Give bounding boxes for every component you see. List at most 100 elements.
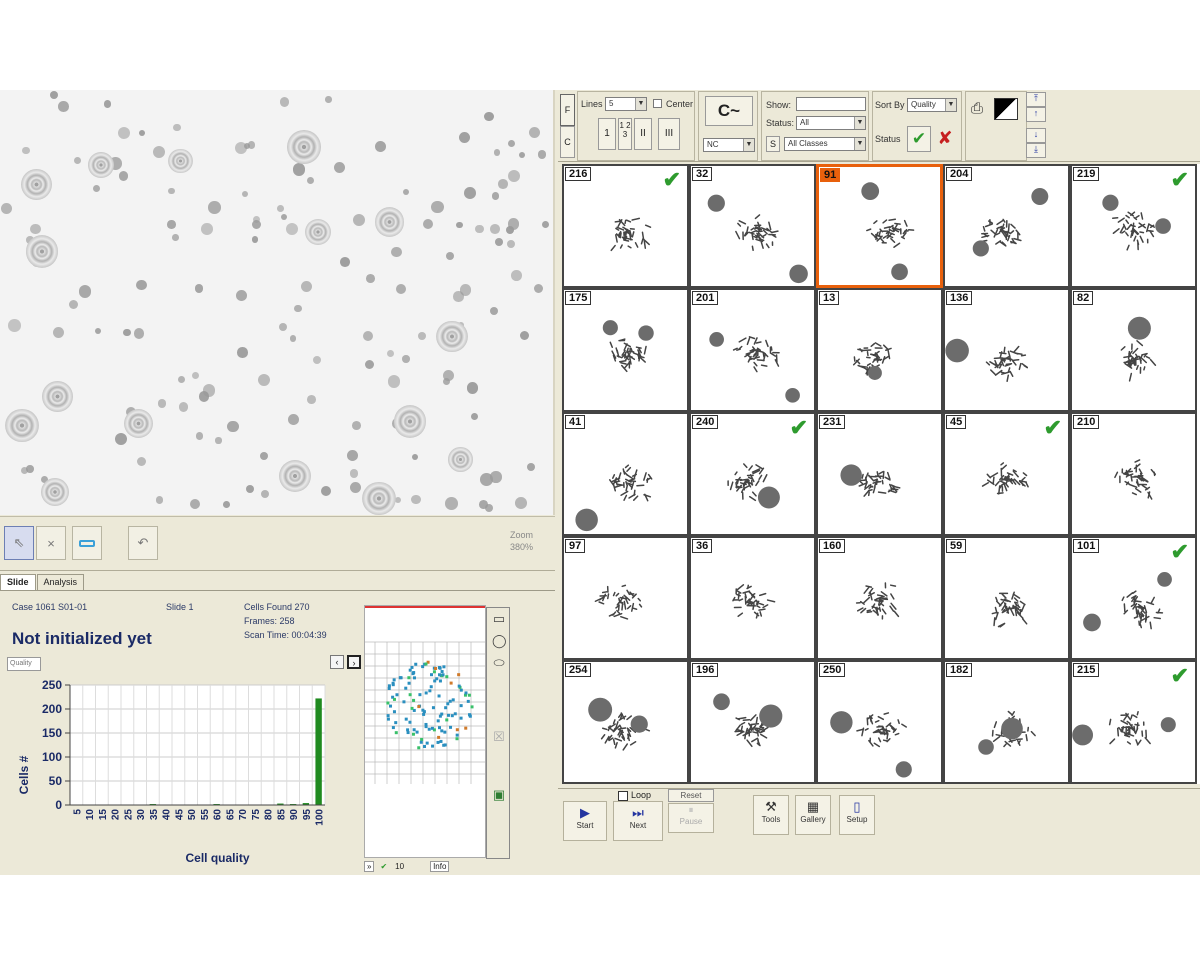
setup-button[interactable]: ▯ Setup xyxy=(839,795,875,835)
show-field[interactable] xyxy=(796,97,866,111)
scan-status-text: Not initialized yet xyxy=(12,629,152,648)
approved-check-icon: ✔ xyxy=(662,167,681,192)
contrast-icon[interactable] xyxy=(994,98,1018,120)
gallery-tile[interactable]: 82 xyxy=(1070,288,1197,412)
print-icon[interactable]: ⎙ xyxy=(971,100,983,117)
gallery-tile[interactable]: 136 xyxy=(943,288,1070,412)
chromosome xyxy=(614,737,623,742)
s-button[interactable]: S xyxy=(766,136,780,152)
gallery-tile[interactable]: 59 xyxy=(943,536,1070,660)
cell-marker xyxy=(449,681,453,685)
gallery-tile[interactable]: 97 xyxy=(562,536,689,660)
c-toggle-button[interactable]: C xyxy=(560,126,575,158)
scroll-bottom-button[interactable]: ⤓ xyxy=(1026,143,1046,158)
quality-select[interactable]: Quality xyxy=(7,657,41,671)
gallery-tile[interactable]: 13 xyxy=(816,288,943,412)
grid-123-button[interactable]: 1 2 3 xyxy=(618,118,632,150)
delete-tool-button[interactable]: × xyxy=(36,526,66,560)
reset-button[interactable]: Reset xyxy=(668,789,714,802)
map-image-icon[interactable]: ▣ xyxy=(492,788,506,802)
pause-button[interactable]: ⏸ Pause xyxy=(668,803,714,833)
cell-nucleus xyxy=(279,97,290,107)
gallery-tile[interactable]: 231 xyxy=(816,412,943,536)
gallery-tile[interactable]: 45 ✔ xyxy=(943,412,1070,536)
scroll-up-button[interactable]: ↑ xyxy=(1026,107,1046,122)
interphase-nucleus xyxy=(1157,572,1172,587)
refresh-button[interactable]: C~ xyxy=(705,96,753,126)
chromosome xyxy=(638,603,643,608)
gallery-tile[interactable]: 201 xyxy=(689,288,816,412)
class-select[interactable]: NC ▼ xyxy=(703,138,755,152)
freehand-region-icon[interactable]: ⬭ xyxy=(492,656,506,670)
tab-analysis[interactable]: Analysis xyxy=(36,574,85,590)
gallery-tile[interactable]: 91 xyxy=(816,164,943,288)
gallery-tile[interactable]: 250 xyxy=(816,660,943,784)
gallery-tile[interactable]: 41 xyxy=(562,412,689,536)
gallery-tile[interactable]: 216 ✔ xyxy=(562,164,689,288)
gallery-tile[interactable]: 36 xyxy=(689,536,816,660)
gallery-tile[interactable]: 219 ✔ xyxy=(1070,164,1197,288)
slide-label: Slide xyxy=(166,602,187,612)
interphase-nucleus xyxy=(1031,187,1049,205)
cell-marker xyxy=(459,688,463,692)
cell-marker xyxy=(418,693,422,697)
gallery-tile[interactable]: 196 xyxy=(689,660,816,784)
slide-overview-map[interactable] xyxy=(364,605,486,858)
scroll-down-button[interactable]: ↓ xyxy=(1026,128,1046,143)
tools-button[interactable]: ⚒ Tools xyxy=(753,795,789,835)
classes-select[interactable]: All Classes ▼ xyxy=(784,137,866,151)
loop-checkbox[interactable] xyxy=(618,791,628,801)
gallery-button[interactable]: ▦ Gallery xyxy=(795,795,831,835)
map-prev-button[interactable]: ‹ xyxy=(330,655,344,669)
accept-button[interactable]: ✔ xyxy=(907,126,931,152)
cell-nucleus xyxy=(215,437,222,444)
gallery-tile[interactable]: 204 xyxy=(943,164,1070,288)
grid-1-button[interactable]: 1 xyxy=(598,118,616,150)
chromosome xyxy=(737,612,744,618)
chromosome xyxy=(1007,710,1013,716)
map-next-button[interactable]: › xyxy=(347,655,361,669)
f-toggle-button[interactable]: F xyxy=(560,94,575,126)
grid-2-button[interactable]: II xyxy=(634,118,652,150)
grid-3-button[interactable]: III xyxy=(658,118,680,150)
tab-slide[interactable]: Slide xyxy=(0,574,36,590)
gallery-tile[interactable]: 175 xyxy=(562,288,689,412)
lines-select[interactable]: 5 ▼ xyxy=(605,97,647,111)
cell-marker xyxy=(414,662,418,666)
next-button[interactable]: ⏭ Next xyxy=(613,801,663,841)
chromosome xyxy=(1009,370,1014,378)
chromosome xyxy=(870,342,876,348)
measure-tool-button[interactable] xyxy=(72,526,102,560)
gallery-tile[interactable]: 215 ✔ xyxy=(1070,660,1197,784)
center-checkbox[interactable] xyxy=(653,99,662,108)
metaphase-spread-image xyxy=(575,464,653,532)
status-select[interactable]: All ▼ xyxy=(796,116,866,130)
pointer-tool-button[interactable]: ⇖ xyxy=(4,526,34,560)
gallery-tile[interactable]: 182 xyxy=(943,660,1070,784)
map-footer: » ✔ 10 Info xyxy=(364,859,484,873)
chromosome xyxy=(890,237,896,243)
gallery-tile[interactable]: 240 ✔ xyxy=(689,412,816,536)
scroll-top-button[interactable]: ⤒ xyxy=(1026,92,1046,107)
start-button[interactable]: ▶ Start xyxy=(563,801,607,841)
slide-image-view[interactable] xyxy=(0,90,555,515)
gallery-tile[interactable]: 101 ✔ xyxy=(1070,536,1197,660)
cell-nucleus xyxy=(168,188,175,195)
clear-region-icon[interactable]: ☒ xyxy=(492,730,506,744)
metaphase-spread xyxy=(26,235,59,268)
chromosome xyxy=(1013,345,1020,353)
map-info-button[interactable]: Info xyxy=(430,860,450,872)
gallery-tile[interactable]: 210 xyxy=(1070,412,1197,536)
gallery-tile[interactable]: 160 xyxy=(816,536,943,660)
y-axis-label: Cells # xyxy=(17,755,31,794)
circle-region-icon[interactable]: ◯ xyxy=(492,634,507,648)
gallery-tile[interactable]: 254 xyxy=(562,660,689,784)
reject-button[interactable]: ✘ xyxy=(933,126,957,152)
rectangle-region-icon[interactable]: ▭ xyxy=(492,612,506,626)
expand-arrows-icon[interactable]: » xyxy=(364,860,375,872)
sort-select[interactable]: Quality ▼ xyxy=(907,98,957,112)
cell-nucleus xyxy=(241,191,248,198)
undo-tool-button[interactable]: ↶ xyxy=(128,526,158,560)
cell-nucleus xyxy=(260,489,270,499)
gallery-tile[interactable]: 32 xyxy=(689,164,816,288)
